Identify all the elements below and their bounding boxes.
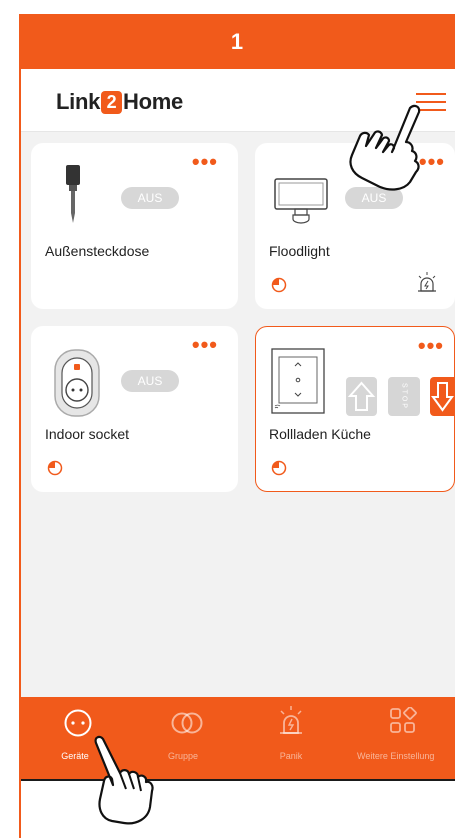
nav-label: Panik: [279, 751, 303, 761]
arrow-down-icon: [431, 382, 454, 412]
shutter-stop-button[interactable]: STOP: [388, 377, 420, 416]
more-options-icon[interactable]: •••: [418, 335, 444, 357]
nav-label: Weitere Einstellung: [357, 751, 435, 761]
timer-icon[interactable]: [271, 277, 287, 293]
floodlight-icon: [274, 178, 328, 224]
panic-siren-icon: [280, 706, 302, 734]
more-options-icon[interactable]: •••: [192, 334, 218, 356]
more-options-icon[interactable]: •••: [192, 151, 218, 173]
nav-panik[interactable]: Panik: [237, 697, 345, 779]
pointing-hand-icon: [94, 735, 154, 825]
pointing-hand-icon: [349, 104, 421, 191]
timer-icon[interactable]: [47, 460, 63, 476]
frame-edge: [19, 781, 21, 838]
arrow-up-icon: [347, 381, 376, 411]
logo-prefix: Link: [56, 89, 101, 114]
status-badge[interactable]: AUS: [121, 370, 179, 392]
app-logo: Link 2 Home: [56, 89, 183, 115]
nav-weitere-einstellungen[interactable]: Weitere Einstellung: [345, 697, 455, 779]
device-card-indoor-socket[interactable]: ••• AUS Indoor socket: [31, 326, 238, 492]
shutter-switch-icon: [271, 348, 325, 414]
status-badge[interactable]: AUS: [121, 187, 179, 209]
device-name: Indoor socket: [45, 426, 130, 442]
device-card-aussensteckdose[interactable]: ••• AUS Außensteckdose: [31, 143, 238, 309]
shutter-up-button[interactable]: [346, 377, 377, 416]
more-settings-icon: [390, 707, 417, 733]
device-name: Floodlight: [269, 243, 330, 259]
device-name: Rollladen Küche: [269, 426, 371, 442]
menu-line: [416, 93, 446, 95]
logo-two: 2: [101, 90, 123, 114]
logo-suffix: Home: [123, 89, 183, 114]
shutter-down-button[interactable]: [430, 377, 455, 416]
timer-icon[interactable]: [271, 460, 287, 476]
alarm-siren-icon[interactable]: [415, 271, 439, 295]
step-number-banner: 1: [19, 14, 455, 69]
stop-label: STOP: [400, 383, 408, 410]
devices-icon: [64, 709, 92, 737]
outdoor-plug-icon: [66, 165, 80, 223]
device-name: Außensteckdose: [45, 243, 150, 259]
indoor-socket-icon: [54, 349, 100, 417]
group-icon: [171, 712, 203, 734]
